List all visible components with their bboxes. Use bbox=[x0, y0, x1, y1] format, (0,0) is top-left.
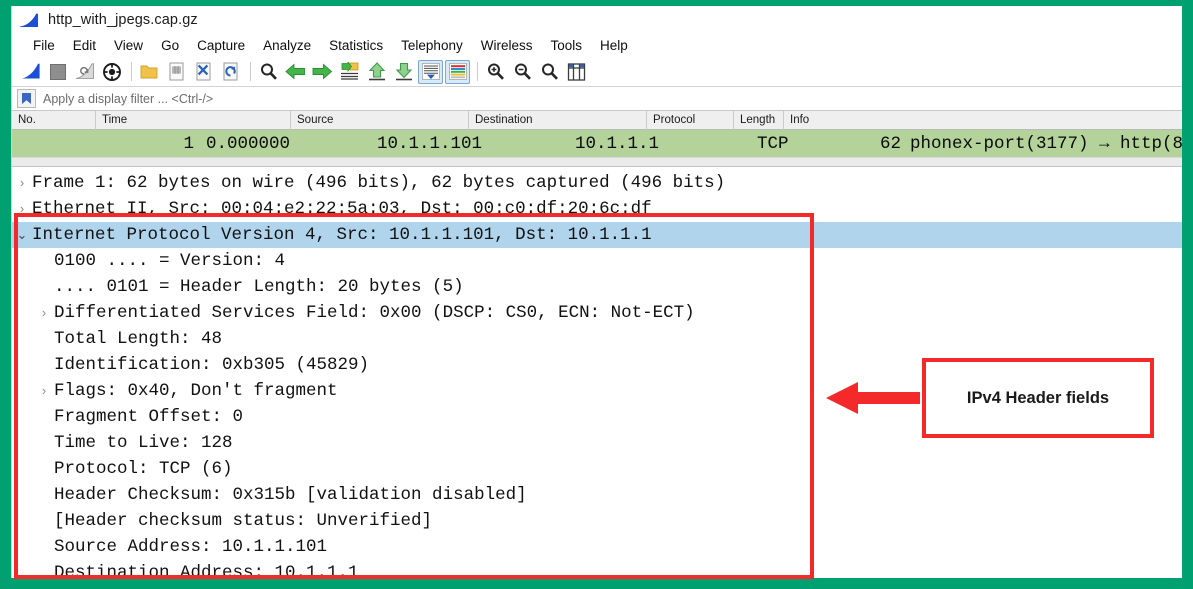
zoom-out-icon[interactable] bbox=[510, 60, 535, 84]
tree-row-label: Source Address: 10.1.1.101 bbox=[54, 537, 328, 557]
cell-length: 62 bbox=[879, 133, 901, 154]
cell-no: 1 bbox=[183, 133, 194, 154]
go-to-packet-icon[interactable] bbox=[337, 60, 362, 84]
tree-row-label: Header Checksum: 0x315b [validation disa… bbox=[54, 485, 527, 505]
cell-source: 10.1.1.101 bbox=[377, 133, 483, 154]
column-header-protocol[interactable]: Protocol bbox=[647, 110, 734, 130]
column-header-info[interactable]: Info bbox=[784, 111, 1182, 130]
wireshark-fin-icon bbox=[20, 13, 39, 28]
menu-tools[interactable]: Tools bbox=[541, 37, 591, 54]
tree-row-label: Destination Address: 10.1.1.1 bbox=[54, 563, 359, 578]
display-filter-bar bbox=[12, 87, 1182, 111]
go-back-icon[interactable] bbox=[283, 60, 308, 84]
auto-scroll-icon[interactable] bbox=[418, 59, 443, 84]
tree-row-source-address[interactable]: Source Address: 10.1.1.101 bbox=[12, 534, 1182, 560]
cell-time: 0.000000 bbox=[206, 133, 291, 154]
menu-view[interactable]: View bbox=[105, 37, 152, 54]
chevron-right-icon[interactable]: › bbox=[12, 196, 32, 222]
packet-list: 1 0.000000 10.1.1.101 10.1.1.1 TCP 62 ph… bbox=[12, 130, 1182, 167]
chevron-right-icon[interactable]: › bbox=[12, 170, 32, 196]
tree-row-protocol[interactable]: Protocol: TCP (6) bbox=[12, 456, 1182, 482]
menu-wireless[interactable]: Wireless bbox=[472, 37, 542, 54]
tree-row-label: Differentiated Services Field: 0x00 (DSC… bbox=[54, 303, 695, 323]
tree-row-dsfield[interactable]: › Differentiated Services Field: 0x00 (D… bbox=[12, 300, 1182, 326]
callout-label: IPv4 Header fields bbox=[966, 388, 1110, 407]
tree-row-label: [Header checksum status: Unverified] bbox=[54, 511, 433, 531]
tree-row-label: 0100 .... = Version: 4 bbox=[54, 251, 286, 271]
packet-list-empty-area bbox=[12, 158, 1182, 167]
menu-telephony[interactable]: Telephony bbox=[392, 37, 472, 54]
tree-row-label: Ethernet II, Src: 00:04:e2:22:5a:03, Dst… bbox=[32, 199, 652, 219]
tree-row-destination-address[interactable]: Destination Address: 10.1.1.1 bbox=[12, 560, 1182, 578]
go-last-packet-icon[interactable] bbox=[391, 60, 416, 84]
column-header-destination[interactable]: Destination bbox=[469, 110, 647, 130]
chevron-right-icon[interactable]: › bbox=[34, 378, 54, 404]
go-first-packet-icon[interactable] bbox=[364, 60, 389, 84]
go-forward-icon[interactable] bbox=[310, 60, 335, 84]
save-file-icon[interactable] bbox=[164, 60, 189, 84]
menu-capture[interactable]: Capture bbox=[188, 37, 254, 54]
menu-file[interactable]: File bbox=[24, 37, 64, 54]
capture-options-icon[interactable] bbox=[99, 60, 124, 84]
find-packet-icon[interactable] bbox=[256, 60, 281, 84]
zoom-in-icon[interactable] bbox=[483, 60, 508, 84]
colorize-packets-icon[interactable] bbox=[445, 59, 470, 84]
window-title: http_with_jpegs.cap.gz bbox=[48, 12, 198, 28]
restart-capture-icon[interactable] bbox=[72, 60, 97, 84]
cell-protocol: TCP bbox=[757, 133, 789, 154]
title-bar: http_with_jpegs.cap.gz bbox=[12, 6, 1182, 34]
toolbar-separator bbox=[250, 62, 251, 81]
left-arrow-icon bbox=[824, 381, 920, 415]
stop-capture-icon[interactable] bbox=[45, 60, 70, 84]
resize-columns-icon[interactable] bbox=[564, 60, 589, 84]
menu-analyze[interactable]: Analyze bbox=[254, 37, 320, 54]
column-header-no[interactable]: No. bbox=[12, 110, 96, 130]
tree-row-label: Frame 1: 62 bytes on wire (496 bits), 62… bbox=[32, 173, 726, 193]
zoom-reset-icon[interactable] bbox=[537, 60, 562, 84]
toolbar-separator bbox=[477, 62, 478, 81]
cell-destination: 10.1.1.1 bbox=[575, 133, 660, 154]
cell-info: phonex-port(3177) → http(80) [SYN] bbox=[910, 133, 1182, 154]
main-toolbar bbox=[12, 57, 1182, 87]
menu-statistics[interactable]: Statistics bbox=[320, 37, 392, 54]
wireshark-window: http_with_jpegs.cap.gz File Edit View Go… bbox=[11, 6, 1182, 578]
tree-row-total-length[interactable]: Total Length: 48 bbox=[12, 326, 1182, 352]
menu-help[interactable]: Help bbox=[591, 37, 637, 54]
menu-go[interactable]: Go bbox=[152, 37, 188, 54]
toolbar-separator bbox=[131, 62, 132, 81]
chevron-down-icon[interactable]: ⌄ bbox=[12, 222, 32, 248]
bookmark-icon[interactable] bbox=[17, 89, 36, 108]
packet-list-header: No. Time Source Destination Protocol Len… bbox=[12, 110, 1182, 130]
menu-bar: File Edit View Go Capture Analyze Statis… bbox=[12, 34, 1182, 57]
tree-row-label: Protocol: TCP (6) bbox=[54, 459, 233, 479]
start-capture-icon[interactable] bbox=[18, 60, 43, 84]
column-header-time[interactable]: Time bbox=[96, 110, 291, 130]
display-filter-input[interactable] bbox=[43, 88, 1182, 109]
table-row[interactable]: 1 0.000000 10.1.1.101 10.1.1.1 TCP 62 ph… bbox=[12, 130, 1182, 158]
tree-row-header-checksum[interactable]: Header Checksum: 0x315b [validation disa… bbox=[12, 482, 1182, 508]
reload-file-icon[interactable] bbox=[218, 60, 243, 84]
screenshot-root: http_with_jpegs.cap.gz File Edit View Go… bbox=[0, 0, 1193, 589]
tree-row-ethernet[interactable]: › Ethernet II, Src: 00:04:e2:22:5a:03, D… bbox=[12, 196, 1182, 222]
open-file-icon[interactable] bbox=[137, 60, 162, 84]
tree-row-version[interactable]: 0100 .... = Version: 4 bbox=[12, 248, 1182, 274]
close-file-icon[interactable] bbox=[191, 60, 216, 84]
tree-row-frame[interactable]: › Frame 1: 62 bytes on wire (496 bits), … bbox=[12, 170, 1182, 196]
column-header-length[interactable]: Length bbox=[734, 110, 784, 130]
tree-row-ipv4[interactable]: ⌄ Internet Protocol Version 4, Src: 10.1… bbox=[12, 222, 1182, 248]
tree-row-label: Internet Protocol Version 4, Src: 10.1.1… bbox=[32, 225, 652, 245]
tree-row-checksum-status[interactable]: [Header checksum status: Unverified] bbox=[12, 508, 1182, 534]
callout-box: IPv4 Header fields bbox=[922, 358, 1154, 438]
column-header-source[interactable]: Source bbox=[291, 110, 469, 130]
tree-row-header-length[interactable]: .... 0101 = Header Length: 20 bytes (5) bbox=[12, 274, 1182, 300]
menu-edit[interactable]: Edit bbox=[64, 37, 105, 54]
tree-row-label: .... 0101 = Header Length: 20 bytes (5) bbox=[54, 277, 464, 297]
chevron-right-icon[interactable]: › bbox=[34, 300, 54, 326]
tree-row-label: Total Length: 48 bbox=[54, 329, 223, 349]
